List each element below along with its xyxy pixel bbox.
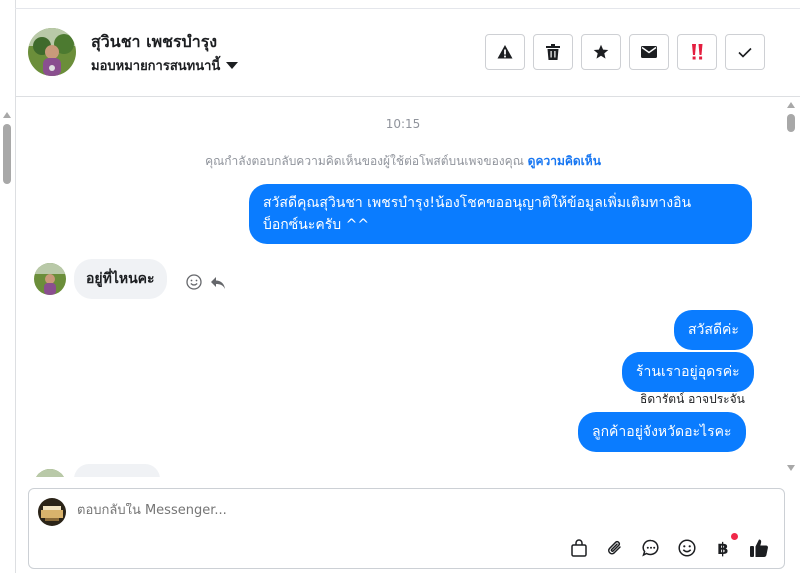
reply-arrow-icon[interactable] bbox=[210, 275, 226, 294]
reply-composer: ฿ bbox=[28, 488, 785, 569]
caret-down-icon bbox=[226, 62, 239, 69]
mark-done-button[interactable] bbox=[725, 34, 765, 70]
conversation-header: สุวินชา เพชรบำรุง มอบหมายการสนทนานี้ bbox=[16, 9, 800, 97]
trash-icon bbox=[546, 44, 560, 60]
view-comment-link[interactable]: ดูความคิดเห็น bbox=[528, 154, 601, 168]
paperclip-icon bbox=[608, 540, 621, 555]
notification-dot bbox=[731, 533, 738, 540]
messenger-inbox-panel: สุวินชา เพชรบำรุง มอบหมายการสนทนานี้ 10:… bbox=[0, 0, 800, 573]
left-scrollbar[interactable] bbox=[0, 110, 14, 480]
react-emoji-icon[interactable] bbox=[186, 274, 202, 294]
contact-name[interactable]: สุวินชา เพชรบำรุง bbox=[91, 30, 217, 55]
smiley-icon bbox=[678, 539, 696, 557]
check-icon bbox=[738, 47, 752, 58]
message-line: บ็อกซ์นะครับ ^^ bbox=[263, 217, 370, 233]
attach-button[interactable] bbox=[604, 537, 626, 559]
like-button[interactable] bbox=[748, 537, 770, 559]
saved-replies-button[interactable] bbox=[640, 537, 662, 559]
scroll-down-icon[interactable] bbox=[787, 465, 795, 471]
incoming-message[interactable]: ... bbox=[74, 464, 160, 477]
baht-icon: ฿ bbox=[717, 538, 729, 558]
outgoing-message[interactable]: สวัสดีคุณสุวินชา เพชรบำรุง!น้องโชคขออนุญ… bbox=[249, 184, 752, 244]
reply-notice: คุณกำลังตอบกลับความคิดเห็นของผู้ใช้ต่อโพ… bbox=[16, 152, 784, 171]
assign-conversation-dropdown[interactable]: มอบหมายการสนทนานี้ bbox=[91, 55, 239, 76]
exclamation-icon bbox=[692, 44, 703, 60]
sender-name: ธิดารัตน์ อาจประจัน bbox=[640, 392, 745, 406]
shop-button[interactable] bbox=[568, 537, 590, 559]
page-avatar bbox=[38, 498, 66, 526]
message-line: สวัสดีคุณสุวินชา เพชรบำรุง!น้องโชคขออนุญ… bbox=[263, 195, 692, 211]
outgoing-message[interactable]: สวัสดีค่ะ bbox=[674, 310, 753, 350]
scroll-thumb[interactable] bbox=[3, 124, 11, 184]
bag-icon bbox=[571, 539, 587, 557]
scroll-thumb[interactable] bbox=[787, 114, 795, 132]
action-toolbar bbox=[485, 34, 765, 70]
assign-label: มอบหมายการสนทนานี้ bbox=[91, 59, 221, 74]
report-spam-button[interactable] bbox=[485, 34, 525, 70]
message-thread: 10:15 คุณกำลังตอบกลับความคิดเห็นของผู้ใช… bbox=[16, 97, 784, 477]
outgoing-message[interactable]: ลูกค้าอยู่จังหวัดอะไรคะ bbox=[578, 412, 746, 452]
chat-bubble-icon bbox=[642, 539, 659, 557]
incoming-message[interactable]: อยู่ที่ไหนคะ bbox=[74, 259, 167, 299]
envelope-icon bbox=[641, 46, 657, 58]
payment-button[interactable]: ฿ bbox=[712, 533, 738, 559]
notice-text: คุณกำลังตอบกลับความคิดเห็นของผู้ใช้ต่อโพ… bbox=[205, 154, 524, 168]
message-input[interactable] bbox=[77, 503, 677, 518]
emoji-button[interactable] bbox=[676, 537, 698, 559]
scroll-up-icon[interactable] bbox=[3, 112, 11, 118]
star-icon bbox=[593, 44, 609, 59]
star-button[interactable] bbox=[581, 34, 621, 70]
scroll-up-icon[interactable] bbox=[787, 102, 795, 108]
timestamp: 10:15 bbox=[385, 117, 421, 131]
follow-up-button[interactable] bbox=[677, 34, 717, 70]
chat-scrollbar[interactable] bbox=[784, 100, 798, 475]
warning-icon bbox=[497, 45, 513, 59]
avatar[interactable] bbox=[34, 469, 66, 477]
thumbs-up-icon bbox=[750, 539, 768, 557]
avatar[interactable] bbox=[28, 28, 76, 76]
avatar[interactable] bbox=[34, 263, 66, 295]
composer-tools: ฿ bbox=[568, 533, 770, 559]
mark-unread-button[interactable] bbox=[629, 34, 669, 70]
outgoing-message[interactable]: ร้านเราอยู่อุดรค่ะ bbox=[622, 352, 754, 392]
delete-button[interactable] bbox=[533, 34, 573, 70]
